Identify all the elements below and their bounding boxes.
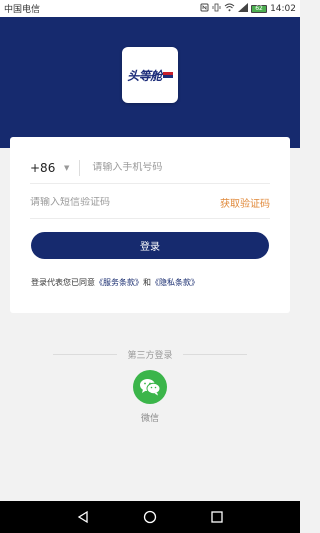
header-band: 头等舱 [0, 17, 300, 148]
nfc-icon [200, 3, 209, 15]
terms-notice: 登录代表您已同意《服务条款》和《隐私条款》 [31, 277, 199, 288]
third-party-heading: 第三方登录 [0, 348, 300, 361]
code-row: 获取验证码 [30, 187, 270, 219]
logo-wordmark: 头等舱 [127, 68, 162, 83]
status-icons: 62 14:02 [200, 2, 296, 15]
status-bar: 中国电信 62 14:02 [0, 0, 300, 17]
signal-icon [238, 2, 249, 15]
carrier-name: 中国电信 [4, 5, 41, 15]
wechat-label: 微信 [140, 414, 159, 424]
login-card: +86 ▼ 获取验证码 登录 登录代表您已同意《服务条款》和《隐私条款》 [10, 137, 290, 313]
country-code-selector[interactable]: +86 [30, 161, 64, 175]
battery-icon: 62 [251, 4, 268, 13]
clock: 14:02 [270, 3, 296, 14]
privacy-terms-link[interactable]: 《隐私条款》 [151, 278, 199, 287]
divider-left [53, 354, 118, 355]
logo-flag-icon [162, 72, 173, 78]
phone-input[interactable] [92, 162, 270, 173]
service-terms-link[interactable]: 《服务条款》 [95, 278, 143, 287]
login-button[interactable]: 登录 [31, 232, 269, 259]
home-icon[interactable] [142, 509, 158, 525]
system-nav-bar [0, 501, 300, 533]
phone-row: +86 ▼ [30, 152, 270, 184]
chevron-down-icon[interactable]: ▼ [64, 164, 69, 172]
terms-and: 和 [143, 278, 151, 287]
app-logo: 头等舱 [122, 47, 178, 103]
terms-prefix: 登录代表您已同意 [31, 278, 95, 287]
wechat-icon [140, 379, 161, 396]
wifi-icon [224, 3, 235, 15]
get-code-button[interactable]: 获取验证码 [220, 195, 270, 210]
vibrate-icon [212, 3, 221, 15]
divider-right [182, 354, 247, 355]
third-party-title: 第三方登录 [127, 351, 173, 361]
sms-code-input[interactable] [30, 197, 220, 208]
wechat-login-button[interactable] [133, 370, 167, 404]
field-divider [79, 159, 81, 176]
recents-icon[interactable] [209, 509, 225, 525]
back-icon[interactable] [75, 509, 91, 525]
